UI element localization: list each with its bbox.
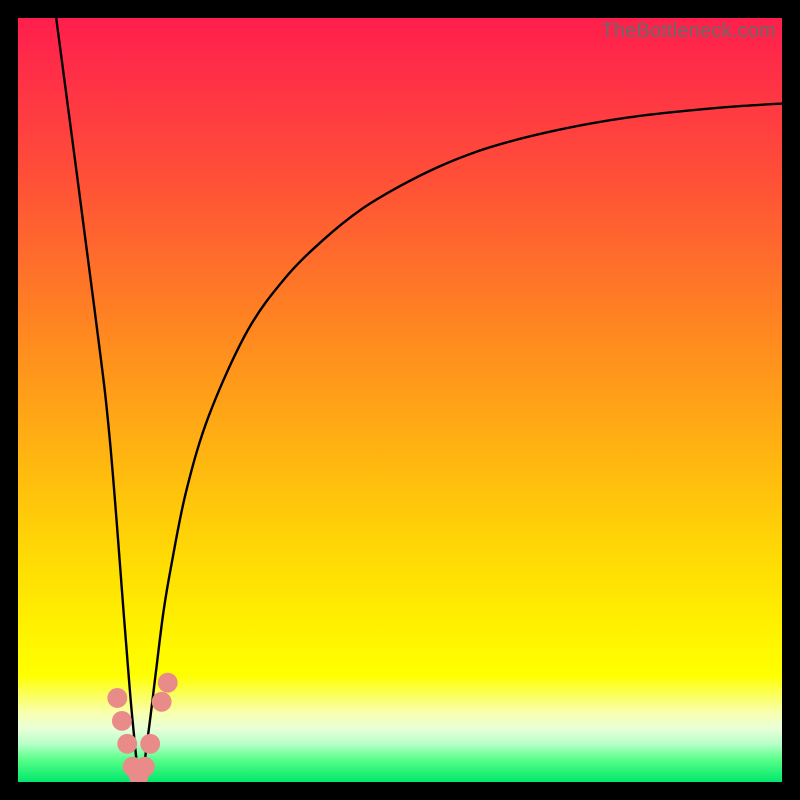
curve-path — [56, 18, 782, 782]
highlight-marker — [117, 734, 137, 754]
highlight-marker — [135, 757, 155, 777]
highlight-marker — [107, 688, 127, 708]
chart-frame: TheBottleneck.com — [0, 0, 800, 800]
plot-svg — [18, 18, 782, 782]
plot-area: TheBottleneck.com — [18, 18, 782, 782]
highlight-marker — [112, 711, 132, 731]
highlight-marker — [152, 692, 172, 712]
highlight-markers — [107, 673, 177, 782]
curve-series — [56, 18, 782, 782]
highlight-marker — [158, 673, 178, 693]
highlight-marker — [140, 734, 160, 754]
